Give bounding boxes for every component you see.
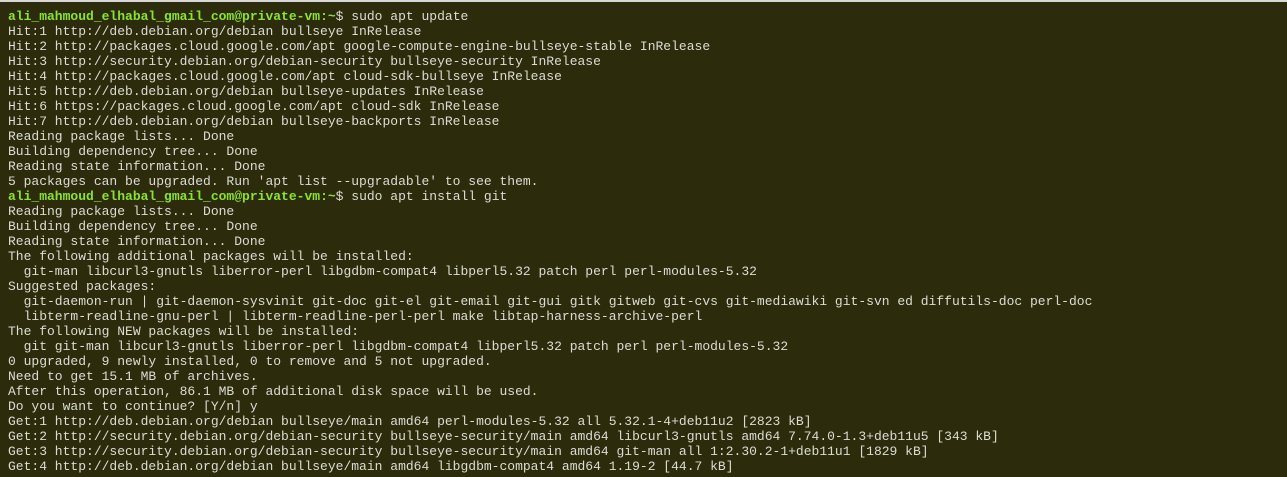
output-line: git git-man libcurl3-gnutls liberror-per… (8, 339, 789, 354)
output-line: 0 upgraded, 9 newly installed, 0 to remo… (8, 354, 492, 369)
output-line: Get:3 http://security.debian.org/debian-… (8, 444, 929, 459)
prompt-user-host: ali_mahmoud_elhabal_gmail_com@private-vm (8, 189, 321, 204)
output-line: Reading state information... Done (8, 234, 266, 249)
output-line: The following additional packages will b… (8, 249, 414, 264)
output-line: Get:2 http://security.debian.org/debian-… (8, 429, 999, 444)
command-text: sudo apt install git (351, 189, 508, 204)
output-line: Get:1 http://deb.debian.org/debian bulls… (8, 414, 812, 429)
prompt-line: ali_mahmoud_elhabal_gmail_com@private-vm… (8, 9, 1287, 24)
output-line: After this operation, 86.1 MB of additio… (8, 384, 539, 399)
terminal-window[interactable]: ali_mahmoud_elhabal_gmail_com@private-vm… (0, 0, 1287, 477)
command-text: sudo apt update (351, 9, 469, 24)
output-line: Suggested packages: (8, 279, 157, 294)
output-line: Reading state information... Done (8, 159, 266, 174)
output-line: Need to get 15.1 MB of archives. (8, 369, 258, 384)
prompt-symbol: $ (335, 9, 352, 24)
output-line: Hit:6 https://packages.cloud.google.com/… (8, 99, 500, 114)
output-line: Building dependency tree... Done (8, 219, 258, 234)
output-line: Building dependency tree... Done (8, 144, 258, 159)
output-line: Hit:4 http://packages.cloud.google.com/a… (8, 69, 562, 84)
output-line: Hit:3 http://security.debian.org/debian-… (8, 54, 601, 69)
prompt-symbol: $ (335, 189, 352, 204)
output-line: libterm-readline-gnu-perl | libterm-read… (8, 309, 703, 324)
output-line: Reading package lists... Done (8, 204, 235, 219)
terminal-output[interactable]: ali_mahmoud_elhabal_gmail_com@private-vm… (8, 9, 1287, 474)
output-line: Hit:7 http://deb.debian.org/debian bulls… (8, 114, 500, 129)
output-line: git-man libcurl3-gnutls liberror-perl li… (8, 264, 757, 279)
prompt-path: :~ (320, 9, 336, 24)
output-line: Reading package lists... Done (8, 129, 235, 144)
output-line: Hit:5 http://deb.debian.org/debian bulls… (8, 84, 484, 99)
prompt-path: :~ (320, 189, 336, 204)
output-line: The following NEW packages will be insta… (8, 324, 360, 339)
output-line: Hit:1 http://deb.debian.org/debian bulls… (8, 24, 422, 39)
prompt-user-host: ali_mahmoud_elhabal_gmail_com@private-vm (8, 9, 321, 24)
output-line: git-daemon-run | git-daemon-sysvinit git… (8, 294, 1093, 309)
output-line: Get:4 http://deb.debian.org/debian bulls… (8, 459, 734, 474)
output-line: Do you want to continue? [Y/n] y (8, 399, 258, 414)
prompt-line: ali_mahmoud_elhabal_gmail_com@private-vm… (8, 189, 1287, 204)
output-line: Hit:2 http://packages.cloud.google.com/a… (8, 39, 711, 54)
output-line: 5 packages can be upgraded. Run 'apt lis… (8, 174, 539, 189)
